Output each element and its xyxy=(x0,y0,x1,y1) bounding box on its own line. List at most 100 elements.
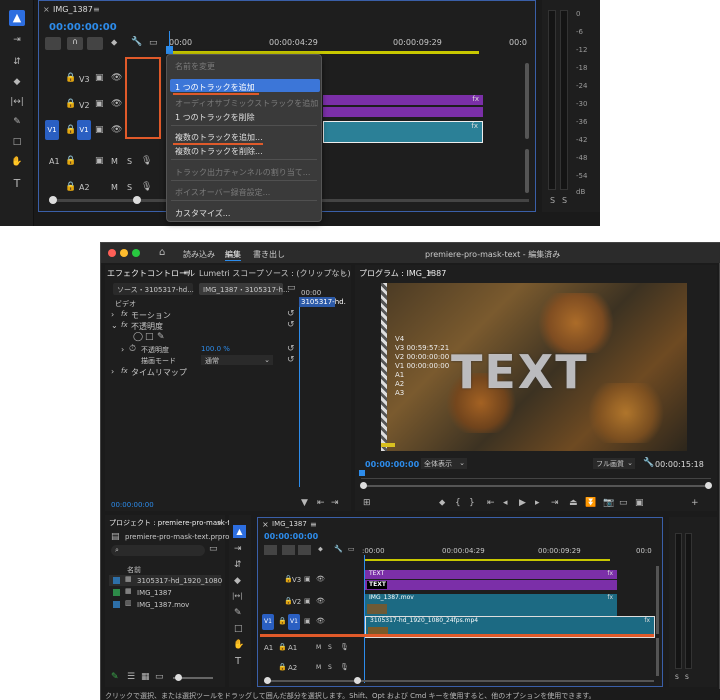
snap-icon[interactable]: ∩ xyxy=(67,37,83,50)
go-to-out-icon[interactable]: ⇥ xyxy=(551,499,559,508)
program-timecode[interactable]: 00:00:00:00 xyxy=(365,460,419,469)
sync-icon[interactable]: ▣ xyxy=(304,618,311,625)
lock-icon[interactable]: 🔒 xyxy=(65,74,76,83)
freeform-view-icon[interactable]: ▭ xyxy=(155,673,164,682)
menu-item-delete-one-track[interactable]: 1 つのトラックを削除 xyxy=(175,112,255,123)
vertical-scroll[interactable] xyxy=(525,63,529,139)
mic-icon[interactable]: 🎙 xyxy=(141,183,152,192)
list-item[interactable]: ▦ 3105317-hd_1920_1080 xyxy=(109,575,222,586)
sync-icon[interactable]: ▣ xyxy=(95,100,104,109)
vertical-scroll-audio[interactable] xyxy=(656,638,659,676)
pencil-icon[interactable]: ✎ xyxy=(111,673,119,682)
mute-button[interactable]: M xyxy=(111,157,118,166)
nest-icon[interactable] xyxy=(45,37,61,50)
more-panels-icon[interactable]: » xyxy=(341,268,346,277)
toggle-timeline-icon[interactable]: ▭ xyxy=(287,284,296,293)
home-icon[interactable]: ⌂ xyxy=(159,248,165,258)
ripple-edit-icon[interactable]: ⇵ xyxy=(234,561,242,570)
eye-icon[interactable]: 👁 xyxy=(316,576,325,583)
collapse-opacity-icon[interactable]: ⌄ xyxy=(111,321,118,330)
step-back-icon[interactable]: ◂ xyxy=(503,499,508,508)
clip-v3-text[interactable]: TEXT fx xyxy=(365,570,617,579)
menu-item-delete-tracks[interactable]: 複数のトラックを削除... xyxy=(175,146,263,157)
menu-item-add-tracks[interactable]: 複数のトラックを追加... xyxy=(175,132,263,143)
lock-icon[interactable]: 🔒 xyxy=(278,618,287,625)
mic-icon[interactable]: 🎙 xyxy=(340,664,349,671)
scroll-handle-left[interactable] xyxy=(49,196,57,204)
marker-icon[interactable]: ⬥ xyxy=(318,546,323,553)
solo-button[interactable]: S xyxy=(127,157,132,166)
rectangle-mask-icon[interactable]: □ xyxy=(145,333,154,342)
tab-effect-controls[interactable]: エフェクトコントロール xyxy=(107,268,195,279)
solo-left-button[interactable]: S xyxy=(675,674,679,681)
minimize-window-button[interactable] xyxy=(120,249,128,257)
menu-icon[interactable]: ≡ xyxy=(427,268,434,277)
more-panels-icon[interactable]: » xyxy=(217,518,222,527)
work-area-bar[interactable] xyxy=(364,559,610,561)
list-item[interactable]: ▥ IMG_1387.mov xyxy=(109,599,221,610)
timecode[interactable]: 00:00:00:00 xyxy=(49,22,117,33)
marker-icon[interactable]: ⬥ xyxy=(111,39,117,48)
type-icon[interactable]: T xyxy=(10,178,24,189)
name-column-header[interactable]: 名前 xyxy=(127,565,141,575)
pen-icon[interactable]: ✎ xyxy=(10,118,24,127)
timecode[interactable]: 00:00:00:00 xyxy=(264,532,318,541)
sync-icon[interactable]: ▣ xyxy=(95,157,104,166)
search-input[interactable]: ⌕ xyxy=(111,545,205,556)
step-forward-icon[interactable]: ▸ xyxy=(535,499,540,508)
scroll-handle-left[interactable] xyxy=(264,677,271,684)
solo-left-button[interactable]: S xyxy=(550,196,555,205)
blend-mode-dropdown[interactable]: 通常 ⌄ xyxy=(201,355,273,365)
solo-button[interactable]: S xyxy=(328,664,332,671)
vertical-scroll[interactable] xyxy=(656,566,659,634)
icon-view-icon[interactable]: ▦ xyxy=(141,673,150,682)
source-patch-v1[interactable]: V1 xyxy=(45,120,59,140)
lock-icon[interactable]: 🔒 xyxy=(278,664,287,671)
selection-tool-icon[interactable]: ▲ xyxy=(9,10,25,26)
menu-item-add-submix[interactable]: オーディオサブミックストラックを追加 xyxy=(175,98,318,109)
menu-item-assign-output[interactable]: トラック出力チャンネルの割り当て... xyxy=(175,167,310,178)
slip-icon[interactable]: |↔| xyxy=(232,593,243,600)
selection-tool-icon[interactable]: ▲ xyxy=(233,525,246,538)
scroll-handle-left[interactable] xyxy=(360,482,367,489)
track-target-v1[interactable]: V1 xyxy=(288,614,300,630)
wrench-icon[interactable]: 🔧 xyxy=(334,546,343,553)
go-to-in-icon[interactable]: ⇤ xyxy=(487,499,495,508)
overlay-icon[interactable]: ▣ xyxy=(635,499,644,508)
list-view-icon[interactable]: ☰ xyxy=(127,673,135,682)
ec-timecode-bottom[interactable]: 00:00:00:00 xyxy=(111,501,154,509)
stopwatch-icon[interactable]: ⏱ xyxy=(129,345,136,354)
wrench-icon[interactable]: 🔧 xyxy=(131,38,142,47)
lock-icon[interactable]: 🔒 xyxy=(65,157,76,166)
tab-title[interactable]: IMG_1387 xyxy=(53,5,93,14)
workspace-edit[interactable]: 編集 xyxy=(225,249,241,261)
clip-v2-b[interactable] xyxy=(323,107,483,117)
play-icon[interactable]: ▶ xyxy=(519,499,526,508)
track-select-icon[interactable]: ⇥ xyxy=(234,545,242,554)
rectangle-icon[interactable]: □ xyxy=(10,138,24,147)
workspace-import[interactable]: 読み込み xyxy=(183,249,215,260)
clip-v2[interactable]: fx xyxy=(323,95,483,105)
pen-mask-icon[interactable]: ✎ xyxy=(157,333,165,342)
source-dropdown[interactable]: ソース・3105317-hd... xyxy=(113,283,194,295)
sync-icon[interactable]: ▣ xyxy=(304,576,311,583)
comparison-view-icon[interactable]: ▭ xyxy=(619,499,628,508)
razor-icon[interactable]: ◆ xyxy=(234,577,241,586)
wrench-icon[interactable]: 🔧 xyxy=(643,459,654,468)
mark-out-icon[interactable]: } xyxy=(469,499,475,508)
pen-icon[interactable]: ✎ xyxy=(234,609,242,618)
source-patch-v1[interactable]: V1 xyxy=(262,614,274,630)
export-frame-icon[interactable]: 📷 xyxy=(603,499,614,508)
expand-opacity-prop-icon[interactable]: › xyxy=(121,345,124,354)
solo-button[interactable]: S xyxy=(127,183,132,192)
new-bin-icon[interactable]: ▭ xyxy=(209,545,218,554)
menu-item-voiceover-settings[interactable]: ボイスオーバー録音設定... xyxy=(175,187,270,198)
sync-icon[interactable]: ▣ xyxy=(95,74,104,83)
eye-icon[interactable]: 👁 xyxy=(316,598,325,605)
close-window-button[interactable] xyxy=(108,249,116,257)
solo-right-button[interactable]: S xyxy=(685,674,689,681)
caption-icon[interactable]: ▭ xyxy=(348,546,355,553)
hand-icon[interactable]: ✋ xyxy=(10,158,24,167)
menu-item-customize[interactable]: カスタマイズ... xyxy=(175,208,230,219)
tab-title[interactable]: IMG_1387 xyxy=(272,520,307,528)
